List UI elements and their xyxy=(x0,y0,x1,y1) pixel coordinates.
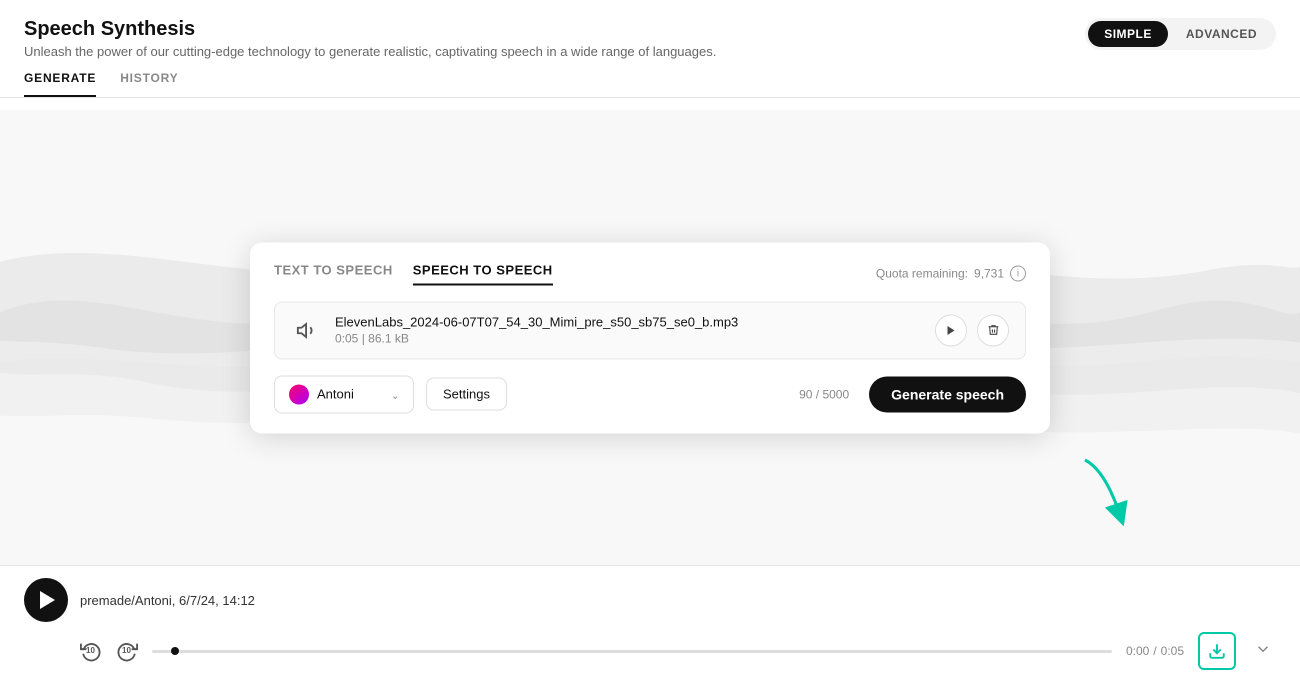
modal-tab-speech-to-speech[interactable]: SPEECH TO SPEECH xyxy=(413,262,553,285)
time-separator: / xyxy=(1153,644,1156,658)
player-top: premade/Antoni, 6/7/24, 14:12 xyxy=(24,578,1276,622)
file-meta: 0:05 | 86.1 kB xyxy=(335,332,923,346)
quota-label: Quota remaining: xyxy=(876,267,968,281)
modal-tabs: TEXT TO SPEECH SPEECH TO SPEECH xyxy=(274,262,553,285)
quota-info: Quota remaining: 9,731 i xyxy=(876,266,1026,282)
player-controls-row: 10 10 0:00 / 0:05 xyxy=(80,632,1276,670)
modal-tab-text-to-speech[interactable]: TEXT TO SPEECH xyxy=(274,262,393,285)
app-header: Speech Synthesis Unleash the power of ou… xyxy=(0,0,1300,98)
chevron-down-icon: ⌃ xyxy=(391,389,399,400)
file-info: ElevenLabs_2024-06-07T07_54_30_Mimi_pre_… xyxy=(335,315,923,346)
voice-selector[interactable]: Antoni ⌃ xyxy=(274,375,414,413)
main-tabs: GENERATE HISTORY xyxy=(24,71,1276,97)
file-actions xyxy=(935,314,1009,346)
total-time: 0:05 xyxy=(1161,644,1184,658)
speaker-icon xyxy=(291,314,323,346)
delete-file-button[interactable] xyxy=(977,314,1009,346)
simple-mode-button[interactable]: SIMPLE xyxy=(1088,21,1168,47)
player-track-info: premade/Antoni, 6/7/24, 14:12 xyxy=(80,593,255,608)
time-display: 0:00 / 0:05 xyxy=(1126,644,1184,658)
main-play-button[interactable] xyxy=(24,578,68,622)
current-time: 0:00 xyxy=(1126,644,1149,658)
voice-name: Antoni xyxy=(317,387,383,402)
char-count: 90 / 5000 xyxy=(519,387,849,401)
tab-history[interactable]: HISTORY xyxy=(120,71,178,97)
modal-card: TEXT TO SPEECH SPEECH TO SPEECH Quota re… xyxy=(250,242,1050,433)
app-title: Speech Synthesis xyxy=(24,18,716,41)
quota-value: 9,731 xyxy=(974,267,1004,281)
generate-speech-button[interactable]: Generate speech xyxy=(869,376,1026,412)
file-size: 86.1 kB xyxy=(368,332,409,346)
advanced-mode-button[interactable]: ADVANCED xyxy=(1170,21,1273,47)
play-file-button[interactable] xyxy=(935,314,967,346)
file-duration: 0:05 xyxy=(335,332,358,346)
title-area: Speech Synthesis Unleash the power of ou… xyxy=(24,18,716,59)
progress-track[interactable] xyxy=(152,650,1112,653)
download-button[interactable] xyxy=(1198,632,1236,670)
mode-toggle: SIMPLE ADVANCED xyxy=(1085,18,1276,50)
modal-controls: Antoni ⌃ Settings 90 / 5000 Generate spe… xyxy=(274,375,1026,413)
tab-generate[interactable]: GENERATE xyxy=(24,71,96,97)
forward-button[interactable]: 10 xyxy=(116,640,138,662)
voice-avatar xyxy=(289,384,309,404)
info-icon: i xyxy=(1010,266,1026,282)
progress-thumb xyxy=(171,647,179,655)
app-subtitle: Unleash the power of our cutting-edge te… xyxy=(24,44,716,59)
modal-header: TEXT TO SPEECH SPEECH TO SPEECH Quota re… xyxy=(274,262,1026,285)
player-bar: premade/Antoni, 6/7/24, 14:12 10 10 0:00… xyxy=(0,565,1300,675)
settings-button[interactable]: Settings xyxy=(426,378,507,411)
file-name: ElevenLabs_2024-06-07T07_54_30_Mimi_pre_… xyxy=(335,315,923,330)
rewind-button[interactable]: 10 xyxy=(80,640,102,662)
expand-button[interactable] xyxy=(1250,636,1276,667)
file-row: ElevenLabs_2024-06-07T07_54_30_Mimi_pre_… xyxy=(274,301,1026,359)
